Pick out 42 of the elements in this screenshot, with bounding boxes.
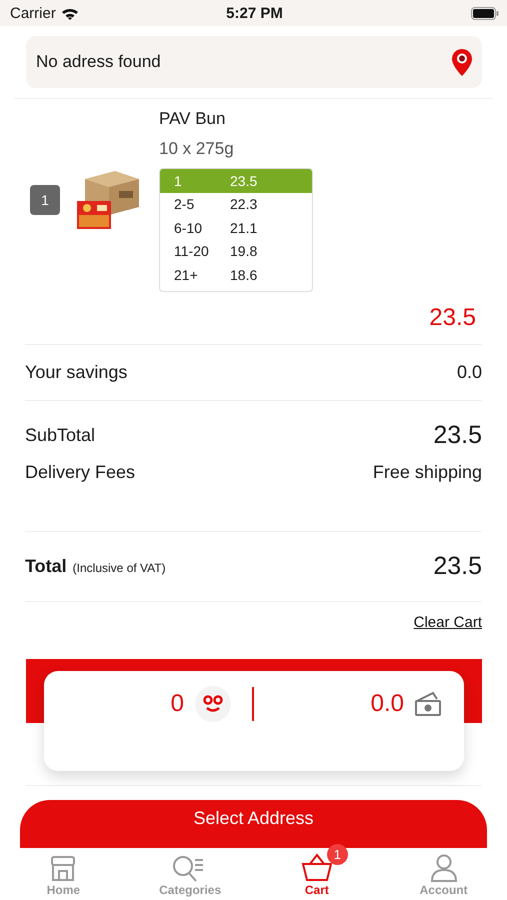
delivery-label: Delivery Fees xyxy=(25,462,136,482)
person-icon xyxy=(428,854,459,882)
tab-item[interactable]: Home xyxy=(0,848,127,900)
savings-value: 0.0 xyxy=(456,362,482,382)
tier-price: 18.6 xyxy=(230,266,258,283)
subtotal-value: 23.5 xyxy=(433,420,482,450)
tier-quantity: 21+ xyxy=(174,266,199,283)
cash-value: 0.0 xyxy=(370,690,404,718)
tier-price: 22.3 xyxy=(230,196,258,212)
clear-cart-link[interactable]: Clear Cart xyxy=(414,614,482,630)
select-address-button[interactable]: Select Address xyxy=(20,800,487,848)
subtotal-label: SubTotal xyxy=(25,424,96,446)
basket-icon xyxy=(300,852,333,882)
tier-quantity: 2-5 xyxy=(174,196,196,212)
tier-quantity: 11-20 xyxy=(174,243,210,260)
clock-time: 5:27 PM xyxy=(226,4,283,22)
tab-item[interactable]: Account xyxy=(380,848,507,900)
points-value: 0 xyxy=(170,690,184,718)
store-icon xyxy=(49,854,78,882)
address-field[interactable]: No adress found xyxy=(26,36,482,88)
battery-icon xyxy=(471,6,500,20)
tier-quantity: 1 xyxy=(174,172,183,189)
tier-quantity: 6-10 xyxy=(174,220,204,236)
vat-note: (Inclusive of VAT) xyxy=(72,560,166,574)
tab-item[interactable]: Categories xyxy=(126,848,254,900)
location-pin-icon xyxy=(452,48,472,76)
cash-icon xyxy=(414,690,442,718)
quantity-badge[interactable]: 1 xyxy=(30,185,60,216)
carrier-label: Carrier xyxy=(10,4,56,22)
total-value: 23.5 xyxy=(433,552,482,580)
tier-price: 19.8 xyxy=(230,243,258,260)
selected-tier-row[interactable]: 1 23.5 xyxy=(160,169,312,192)
tier-price: 21.1 xyxy=(230,220,258,236)
savings-label: Your savings xyxy=(25,362,128,382)
tier-price: 23.5 xyxy=(230,172,258,189)
pack-size: 10 x 275g xyxy=(159,139,235,159)
wifi-icon xyxy=(60,6,79,20)
delivery-value: Free shipping xyxy=(372,462,482,482)
item-price: 23.5 xyxy=(428,304,476,332)
smiley-icon xyxy=(194,684,232,722)
total-label: Total xyxy=(25,556,67,576)
product-name: PAV Bun xyxy=(159,109,226,129)
